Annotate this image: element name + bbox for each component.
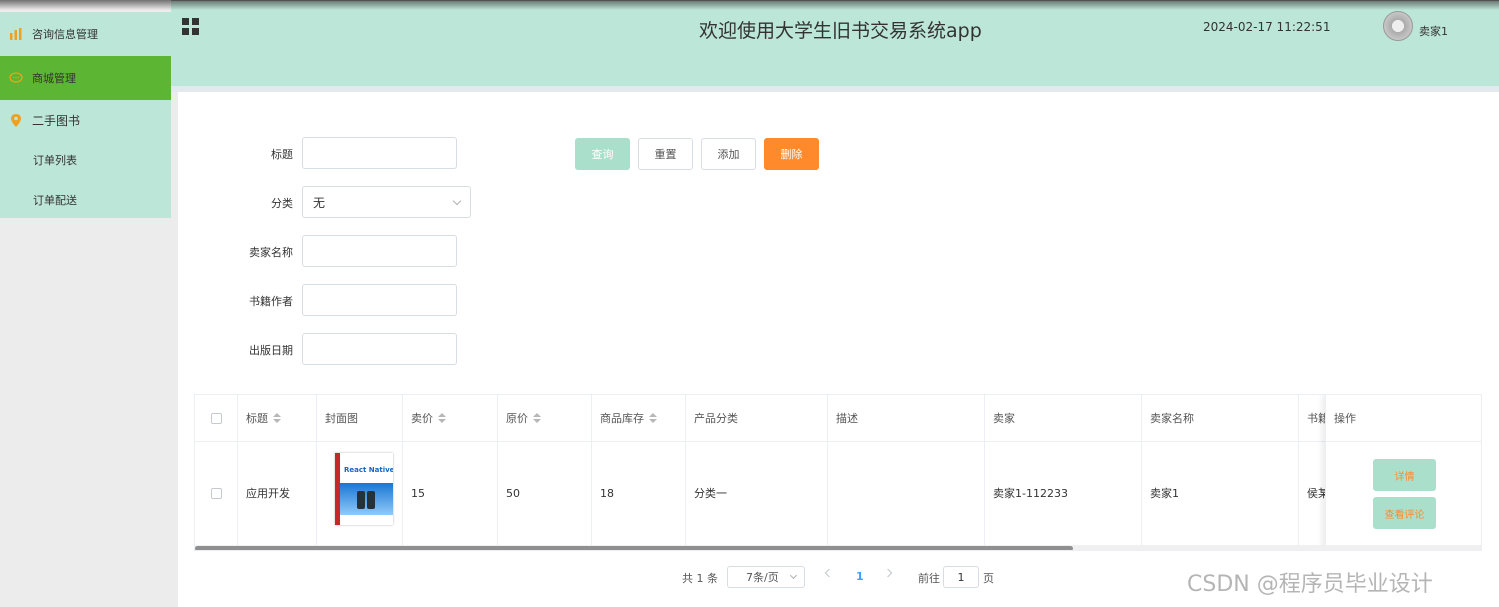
row-checkbox[interactable]: [210, 487, 222, 499]
col-header-operations: 操作: [1334, 412, 1356, 425]
cell-original-price: 50: [498, 441, 592, 545]
cell-stock: 18: [592, 441, 686, 545]
cell-cover: React Native: [317, 441, 403, 545]
author-label: 书籍作者: [249, 295, 293, 308]
col-header-title[interactable]: 标题: [238, 395, 317, 441]
author-input[interactable]: [302, 284, 457, 316]
sidebar-item-consult[interactable]: 咨询信息管理: [0, 12, 171, 56]
seller-name-label: 卖家名称: [249, 246, 293, 259]
col-header-price[interactable]: 卖价: [403, 395, 498, 441]
watermark: CSDN @程序员毕业设计: [1187, 572, 1433, 597]
book-cover-image[interactable]: React Native: [335, 453, 393, 525]
details-button[interactable]: 详情: [1373, 459, 1436, 491]
col-header-label: 标题: [246, 412, 268, 425]
location-pin-icon: [0, 113, 32, 128]
sidebar-subitem-order-delivery[interactable]: 订单配送: [33, 192, 77, 208]
sidebar-item-mall[interactable]: 商城管理: [0, 56, 171, 100]
add-button[interactable]: 添加: [701, 138, 756, 170]
select-all-cell: [195, 395, 238, 441]
username[interactable]: 卖家1: [1419, 23, 1448, 39]
category-label: 分类: [271, 197, 293, 210]
horizontal-scrollbar[interactable]: [195, 545, 1481, 550]
delete-button[interactable]: 删除: [764, 138, 819, 170]
cell-seller-name: 卖家1: [1142, 441, 1299, 545]
goto-prefix: 前往: [918, 572, 940, 585]
current-page[interactable]: 1: [856, 570, 864, 583]
cover-title: React Native: [344, 466, 393, 474]
prev-page-icon[interactable]: [824, 568, 834, 578]
goto-suffix: 页: [983, 572, 994, 585]
datetime-display: 2024-02-17 11:22:51: [1203, 20, 1331, 34]
view-comments-button[interactable]: 查看评论: [1373, 497, 1436, 529]
chat-icon: [0, 72, 32, 84]
sort-icon[interactable]: [649, 412, 657, 424]
seller-name-input[interactable]: [302, 235, 457, 267]
scrollbar-thumb[interactable]: [195, 546, 1073, 550]
sidebar-subitem-order-list[interactable]: 订单列表: [33, 152, 77, 168]
cell-description: [828, 441, 985, 545]
cell-price: 15: [403, 441, 498, 545]
col-header-category: 产品分类: [686, 395, 828, 441]
publish-date-label: 出版日期: [249, 344, 293, 357]
top-header: 欢迎使用大学生旧书交易系统app 2024-02-17 11:22:51 卖家1: [171, 0, 1499, 86]
col-header-seller-name: 卖家名称: [1142, 395, 1299, 441]
chevron-down-icon: [789, 571, 798, 580]
app-title: 欢迎使用大学生旧书交易系统app: [699, 20, 982, 42]
goto-page-input[interactable]: 1: [943, 566, 979, 588]
books-table: 标题 封面图 卖价 原价 商品库存 产品分类 描述 卖家 卖家名称 书籍 应用开…: [194, 394, 1482, 551]
title-input[interactable]: [302, 137, 457, 169]
select-all-checkbox[interactable]: [210, 412, 222, 424]
col-header-description: 描述: [828, 395, 985, 441]
sidebar: 咨询信息管理 商城管理 二手图书 订单列表 订单配送: [0, 0, 171, 607]
publish-date-input[interactable]: [302, 333, 457, 365]
menu-grid-icon[interactable]: [182, 18, 199, 35]
next-page-icon[interactable]: [883, 568, 893, 578]
sort-icon[interactable]: [273, 412, 281, 424]
col-header-label: 原价: [506, 412, 528, 425]
top-shadow: [0, 0, 1499, 10]
category-selected-value: 无: [313, 195, 326, 210]
sidebar-item-label: 商城管理: [32, 72, 76, 85]
col-header-label: 卖价: [411, 412, 433, 425]
total-count: 共 1 条: [682, 572, 718, 585]
avatar[interactable]: [1383, 11, 1413, 41]
main-panel: 标题 分类 无 卖家名称 书籍作者 出版日期 查询 重置 添加 删除 标题 封面…: [178, 92, 1499, 607]
col-header-label: 商品库存: [600, 412, 644, 425]
sort-icon[interactable]: [533, 412, 541, 424]
cell-seller: 卖家1-112233: [985, 441, 1142, 545]
chevron-down-icon: [452, 196, 462, 206]
sidebar-item-label: 咨询信息管理: [32, 28, 98, 41]
bar-chart-icon: [0, 28, 32, 40]
col-header-seller: 卖家: [985, 395, 1142, 441]
row-select-cell: [195, 441, 238, 545]
sidebar-group-books: 二手图书 订单列表 订单配送: [0, 100, 171, 218]
operations-column: 操作 详情 查看评论: [1325, 395, 1481, 550]
page-size-value: 7条/页: [746, 571, 779, 584]
query-button[interactable]: 查询: [575, 138, 630, 170]
category-select[interactable]: 无: [302, 186, 471, 218]
sidebar-item-label: 二手图书: [32, 113, 81, 128]
sort-icon[interactable]: [438, 412, 446, 424]
col-header-original-price[interactable]: 原价: [498, 395, 592, 441]
cell-title: 应用开发: [238, 441, 317, 545]
sidebar-item-secondhand-books[interactable]: 二手图书: [0, 100, 171, 140]
reset-button[interactable]: 重置: [638, 138, 693, 170]
page-size-select[interactable]: 7条/页: [727, 566, 805, 588]
cell-category: 分类一: [686, 441, 828, 545]
col-header-cover: 封面图: [317, 395, 403, 441]
title-label: 标题: [271, 148, 293, 161]
col-header-stock[interactable]: 商品库存: [592, 395, 686, 441]
